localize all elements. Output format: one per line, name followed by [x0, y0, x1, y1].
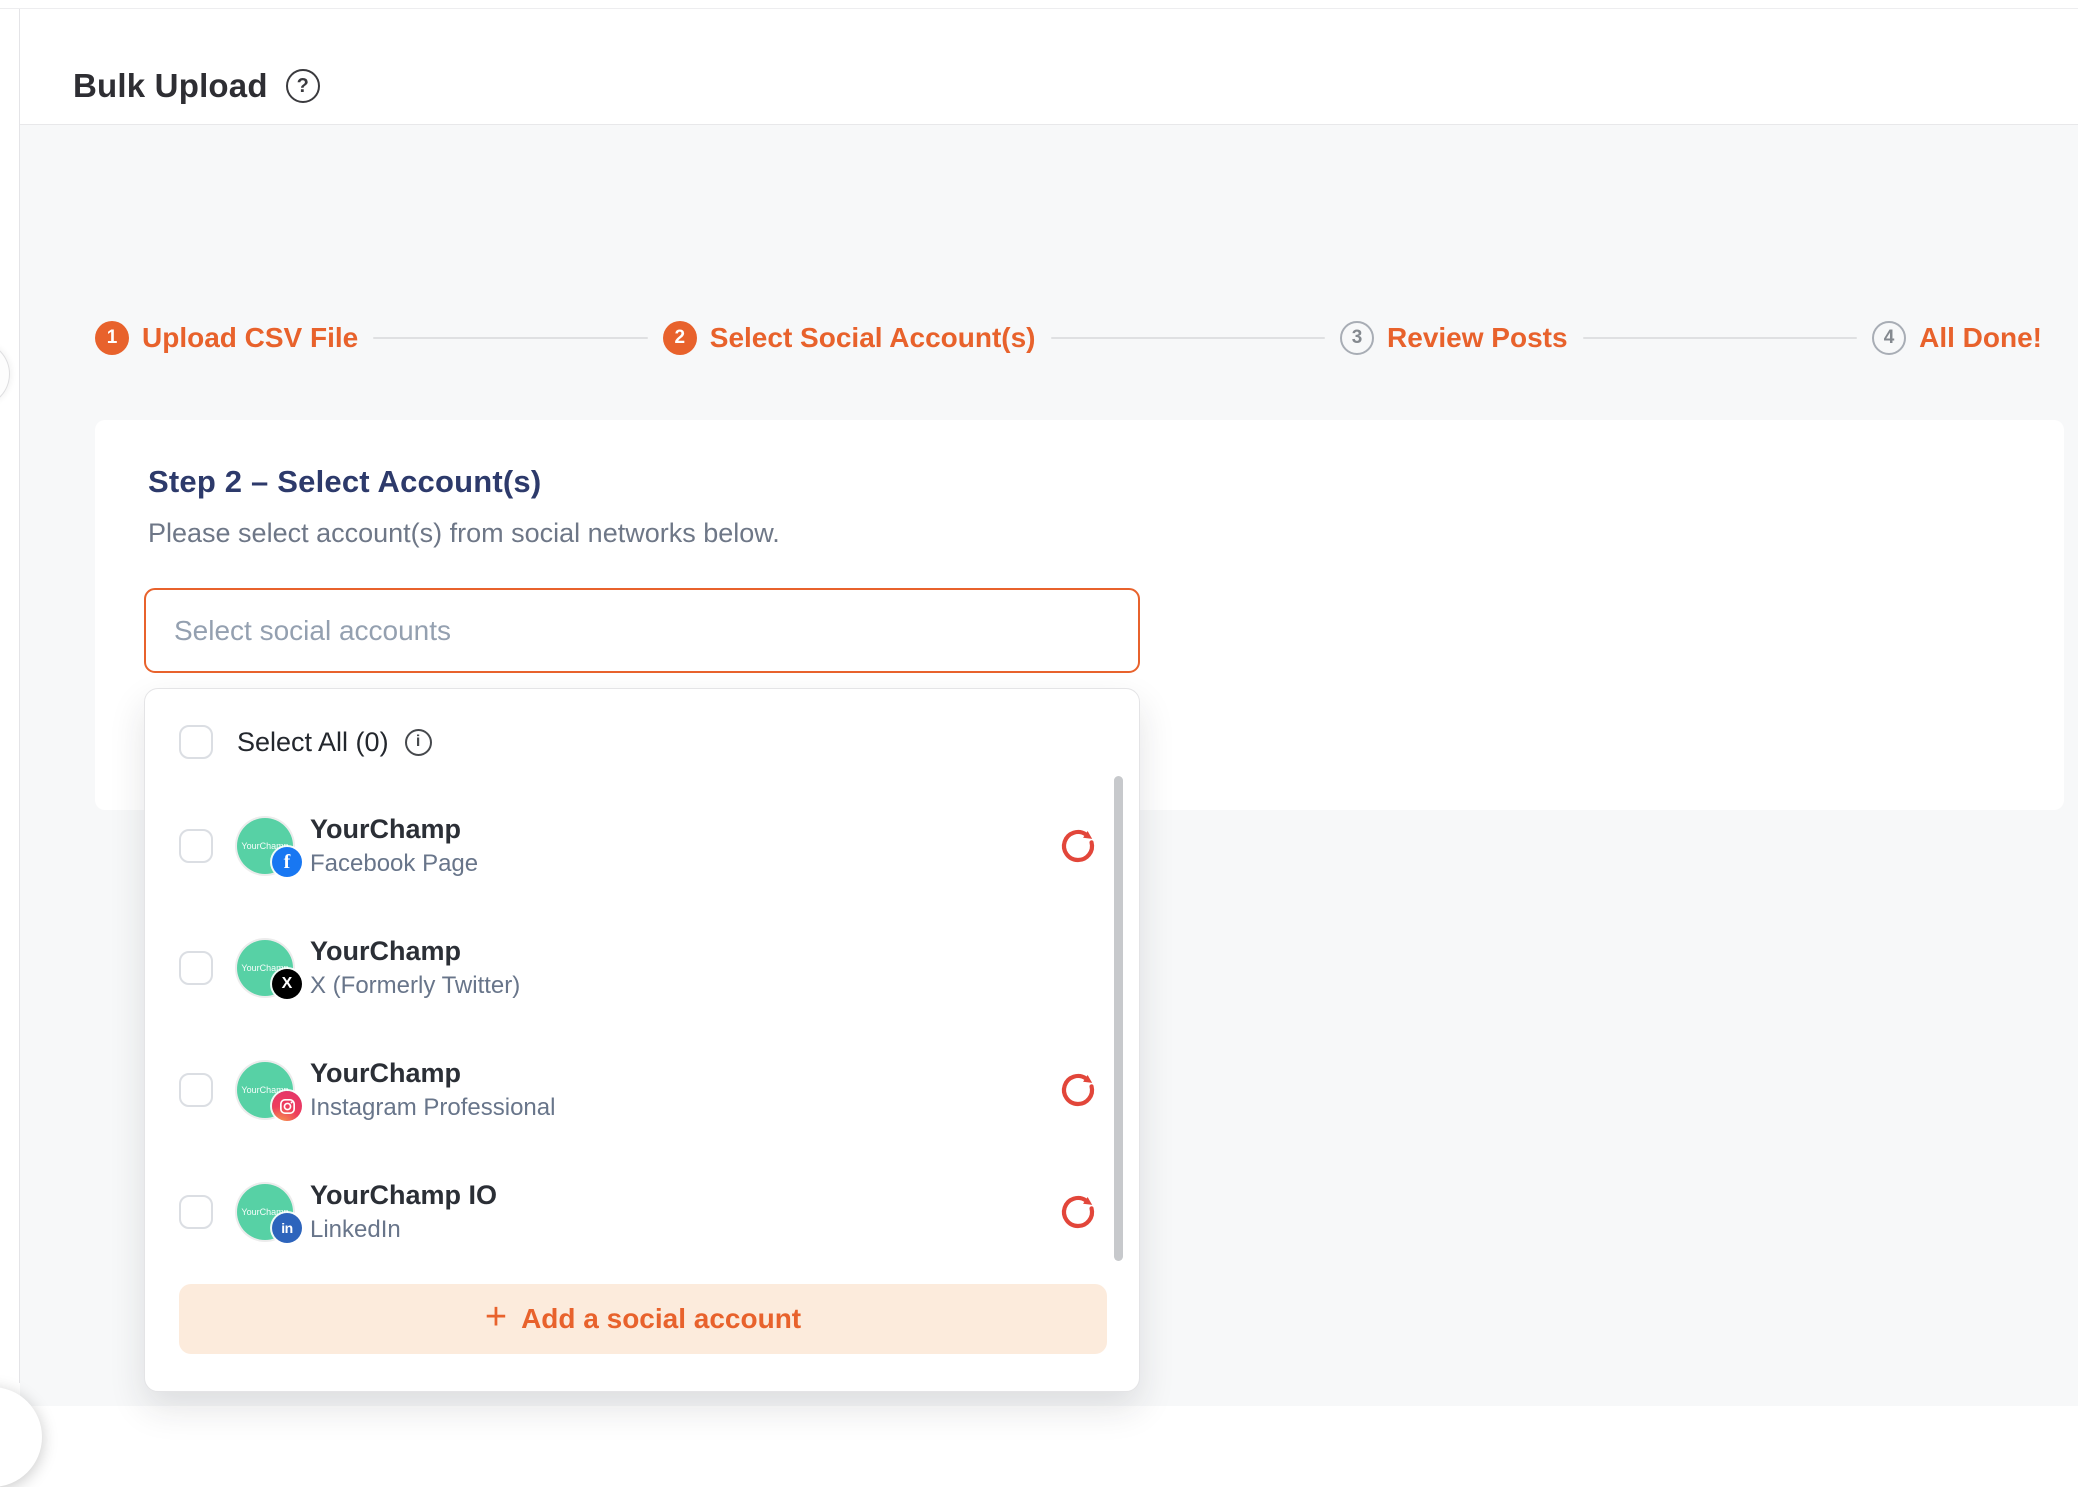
account-row[interactable]: YourChampin YourChamp IO LinkedIn — [145, 1151, 1139, 1273]
linkedin-icon: in — [272, 1213, 302, 1243]
stepper: 1 Upload CSV File 2 Select Social Account(s… — [95, 321, 2042, 355]
account-checkbox[interactable] — [179, 1073, 213, 1107]
account-network: X (Formerly Twitter) — [310, 972, 520, 1000]
step-item-3[interactable]: 3 Review Posts — [1340, 321, 1568, 355]
step-label: Upload CSV File — [142, 322, 358, 354]
account-row[interactable]: YourChampf YourChamp Facebook Page — [145, 785, 1139, 907]
page-title: Bulk Upload — [73, 67, 268, 105]
step-number: 1 — [95, 321, 129, 355]
account-row[interactable]: YourChamp YourChamp Instagram Professional — [145, 1029, 1139, 1151]
facebook-icon: f — [272, 847, 302, 877]
plus-icon: + — [485, 1298, 507, 1336]
page-header: Bulk Upload ? — [20, 9, 2078, 125]
account-name: YourChamp — [310, 936, 520, 967]
step-subheading: Please select account(s) from social net… — [148, 518, 780, 549]
account-row[interactable]: YourChampX YourChamp X (Formerly Twitter) — [145, 907, 1139, 1029]
select-all-row[interactable]: Select All (0) i — [179, 725, 432, 759]
refresh-icon[interactable] — [1057, 1191, 1099, 1233]
avatar: YourChampf — [237, 818, 293, 874]
step-connector — [373, 337, 648, 339]
step-connector — [1051, 337, 1326, 339]
step-number: 4 — [1872, 321, 1906, 355]
content-area: 1 Upload CSV File 2 Select Social Account(s… — [20, 125, 2078, 1406]
account-checkbox[interactable] — [179, 829, 213, 863]
step-label: Review Posts — [1387, 322, 1568, 354]
step-item-1[interactable]: 1 Upload CSV File — [95, 321, 358, 355]
collapsed-panel-handle[interactable] — [0, 342, 10, 406]
add-social-account-button[interactable]: + Add a social account — [179, 1284, 1107, 1354]
social-accounts-dropdown: Select All (0) i YourChampfYourChampFace… — [144, 688, 1140, 1392]
x-icon: X — [272, 969, 302, 999]
step-heading: Step 2 – Select Account(s) — [148, 464, 541, 500]
account-name: YourChamp — [310, 1058, 555, 1089]
avatar: YourChamp — [237, 1062, 293, 1118]
step-connector — [1583, 337, 1858, 339]
account-checkbox[interactable] — [179, 1195, 213, 1229]
step-number: 2 — [663, 321, 697, 355]
step-number: 3 — [1340, 321, 1374, 355]
step-item-4[interactable]: 4 All Done! — [1872, 321, 2042, 355]
avatar: YourChampin — [237, 1184, 293, 1240]
instagram-icon — [272, 1091, 302, 1121]
scrollbar-thumb[interactable] — [1114, 776, 1123, 1261]
select-all-label: Select All (0) — [237, 727, 389, 758]
help-icon[interactable]: ? — [286, 69, 320, 103]
step-label: All Done! — [1919, 322, 2042, 354]
account-list: YourChampfYourChampFacebook PageYourCham… — [145, 785, 1139, 1273]
account-network: LinkedIn — [310, 1216, 497, 1244]
refresh-icon[interactable] — [1057, 825, 1099, 867]
account-checkbox[interactable] — [179, 951, 213, 985]
step-item-2[interactable]: 2 Select Social Account(s) — [663, 321, 1036, 355]
step-label: Select Social Account(s) — [710, 322, 1036, 354]
social-accounts-select-input[interactable] — [144, 588, 1140, 673]
info-icon[interactable]: i — [405, 729, 432, 756]
avatar: YourChampX — [237, 940, 293, 996]
account-network: Facebook Page — [310, 850, 478, 878]
add-social-account-label: Add a social account — [521, 1303, 801, 1335]
account-name: YourChamp — [310, 814, 478, 845]
account-name: YourChamp IO — [310, 1180, 497, 1211]
select-all-checkbox[interactable] — [179, 725, 213, 759]
refresh-icon[interactable] — [1057, 1069, 1099, 1111]
account-network: Instagram Professional — [310, 1094, 555, 1122]
